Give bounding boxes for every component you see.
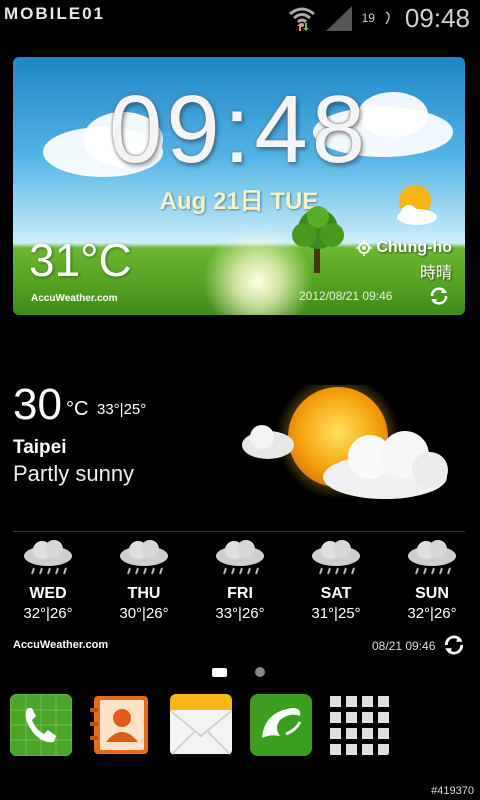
accuweather-logo: AccuWeather.com bbox=[13, 639, 109, 651]
forecast-list: WED 32°|26° THU 30°|26° FRI 33°|26° SAT … bbox=[0, 540, 480, 622]
sync-icon bbox=[385, 11, 390, 25]
divider bbox=[13, 531, 465, 532]
current-temperature: 31°C bbox=[29, 234, 132, 286]
rain-cloud-icon bbox=[24, 540, 72, 575]
page-indicator[interactable] bbox=[212, 667, 265, 677]
forecast-day: THU 30°|26° bbox=[96, 540, 192, 622]
forecast-day-temps: 33°|26° bbox=[215, 605, 265, 622]
city-name: Taipei bbox=[13, 437, 67, 458]
forecast-day: SUN 32°|26° bbox=[384, 540, 480, 622]
apps-grid-icon[interactable] bbox=[328, 694, 390, 756]
weather-condition: 時晴 bbox=[419, 265, 452, 282]
page-dot-active[interactable] bbox=[212, 667, 227, 677]
forecast-day-name: FRI bbox=[227, 585, 253, 602]
updated-timestamp: 08/21 09:46 bbox=[372, 639, 436, 653]
location-label[interactable]: Chung-ho bbox=[356, 239, 452, 257]
clock-weather-widget[interactable]: 09:48 Aug 21日 TUE 31°C Chung-ho 時晴 AccuW… bbox=[13, 57, 465, 315]
forecast-day-name: SAT bbox=[320, 585, 352, 602]
forecast-day-name: THU bbox=[127, 585, 161, 602]
wifi-icon bbox=[288, 7, 315, 31]
forecast-day: SAT 31°|25° bbox=[288, 540, 384, 622]
rain-cloud-icon bbox=[120, 540, 168, 575]
refresh-icon[interactable] bbox=[442, 633, 466, 657]
status-bar: MOBILE01 19 09:48 bbox=[0, 0, 480, 36]
weather-condition-text: Partly sunny bbox=[13, 461, 135, 486]
location-icon bbox=[356, 240, 373, 256]
forecast-day: WED 32°|26° bbox=[0, 540, 96, 622]
refresh-icon[interactable] bbox=[428, 285, 450, 307]
forecast-day-temps: 32°|26° bbox=[407, 605, 457, 622]
partly-sunny-large-icon bbox=[242, 385, 448, 499]
watermark-logo: MOBILE01 bbox=[4, 4, 106, 23]
partly-sunny-icon bbox=[397, 185, 437, 225]
rain-cloud-icon bbox=[312, 540, 360, 575]
temperature-unit: °C bbox=[66, 398, 89, 420]
forecast-day: FRI 33°|26° bbox=[192, 540, 288, 622]
forecast-day-temps: 30°|26° bbox=[119, 605, 169, 622]
app-dock bbox=[0, 694, 480, 764]
messages-icon[interactable] bbox=[170, 694, 232, 756]
forecast-day-temps: 32°|26° bbox=[23, 605, 73, 622]
updated-timestamp: 2012/08/21 09:46 bbox=[299, 289, 393, 303]
image-id-label: #419370 bbox=[431, 785, 474, 797]
signal-icon bbox=[325, 6, 352, 31]
location-name: Chung-ho bbox=[376, 239, 452, 256]
dolphin-browser-icon[interactable] bbox=[250, 694, 312, 756]
forecast-day-name: WED bbox=[29, 585, 67, 602]
status-time: 09:48 bbox=[404, 2, 470, 33]
forecast-day-temps: 31°|25° bbox=[311, 605, 361, 622]
hi-lo-temperature: 33°|25° bbox=[97, 401, 147, 418]
tree-icon bbox=[292, 206, 344, 273]
rain-cloud-icon bbox=[216, 540, 264, 575]
contacts-icon[interactable] bbox=[90, 694, 152, 756]
accuweather-logo: AccuWeather.com bbox=[31, 293, 118, 304]
page-dot[interactable] bbox=[255, 667, 265, 677]
clock-time[interactable]: 09:48 bbox=[13, 75, 465, 185]
weather-temperature: 30 bbox=[13, 380, 62, 429]
rain-cloud-icon bbox=[408, 540, 456, 575]
network-badge: 19 bbox=[361, 11, 375, 25]
forecast-day-name: SUN bbox=[415, 585, 449, 602]
phone-icon[interactable] bbox=[10, 694, 72, 756]
